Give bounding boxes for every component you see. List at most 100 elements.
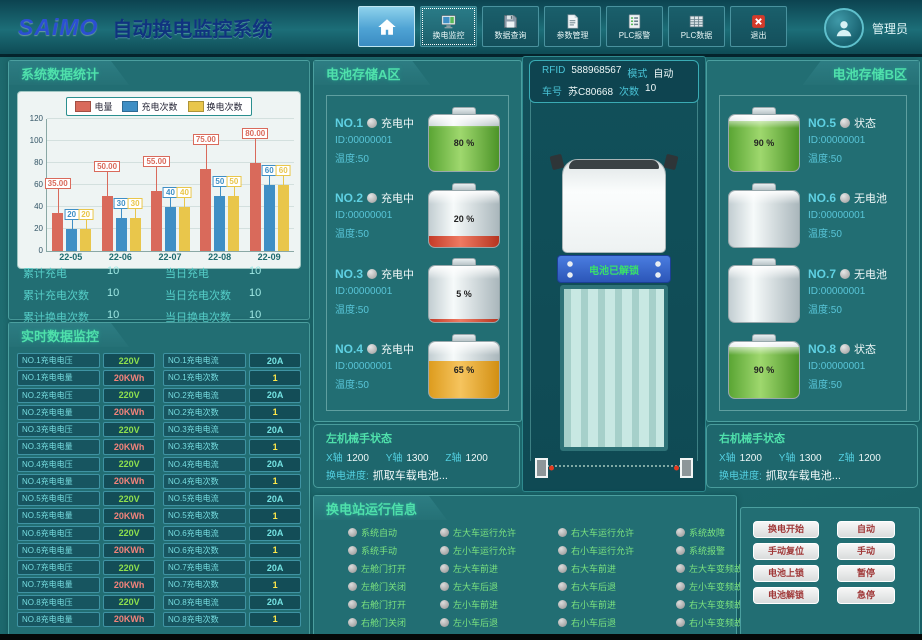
y-tick: 80 bbox=[34, 158, 43, 167]
status-indicator: 右大车运行允许 bbox=[558, 526, 676, 539]
battery-item: NO.5状态ID:00000001温度:5090 % bbox=[728, 107, 898, 172]
battery-meta: NO.3充电中ID:00000001温度:50 bbox=[335, 266, 420, 316]
battery-graphic: 20 % bbox=[428, 183, 500, 248]
bar-column: 20 bbox=[80, 119, 91, 251]
realtime-label: NO.5充电电压 bbox=[17, 491, 100, 506]
indicator-lamp bbox=[676, 618, 685, 627]
table-icon bbox=[688, 13, 705, 30]
battery-body bbox=[728, 265, 800, 323]
bar-label-connector bbox=[170, 198, 171, 207]
realtime-label: NO.4充电次数 bbox=[163, 474, 246, 489]
nav-button-exit[interactable]: 退出 bbox=[730, 6, 787, 47]
status-indicator: 右舱门关闭 bbox=[348, 616, 440, 629]
legend-label: 电量 bbox=[94, 100, 112, 113]
control-button-right-手动[interactable]: 手动 bbox=[837, 543, 895, 560]
control-button-right-自动[interactable]: 自动 bbox=[837, 521, 895, 538]
realtime-cell: NO.3充电次数1 bbox=[163, 439, 301, 454]
bar-换电次数 bbox=[130, 218, 141, 251]
realtime-value: 20A bbox=[249, 353, 301, 368]
realtime-label: NO.3充电次数 bbox=[163, 439, 246, 454]
realtime-label: NO.5充电电流 bbox=[163, 491, 246, 506]
indicator-label: 左大车运行允许 bbox=[453, 526, 516, 539]
bar-column: 30 bbox=[130, 119, 141, 251]
realtime-cell: NO.4充电电压220V bbox=[17, 457, 155, 472]
battery-status-dot bbox=[840, 193, 850, 203]
control-button-left-电池上锁[interactable]: 电池上锁 bbox=[753, 565, 819, 582]
control-button-left-电池解锁[interactable]: 电池解锁 bbox=[753, 587, 819, 604]
battery-graphic bbox=[728, 258, 800, 323]
battery-graphic: 80 % bbox=[428, 107, 500, 172]
legend-item: 电量 bbox=[75, 100, 112, 113]
battery-list-b: NO.5状态ID:00000001温度:5090 %NO.6无电池ID:0000… bbox=[719, 95, 907, 411]
battery-graphic: 90 % bbox=[728, 334, 800, 399]
realtime-cell: NO.4充电电流20A bbox=[163, 457, 301, 472]
nav-button-plc-alarm[interactable]: PLC报警 bbox=[606, 6, 663, 47]
control-button-right-急停[interactable]: 急停 bbox=[837, 587, 895, 604]
realtime-value: 20KWh bbox=[103, 439, 155, 454]
battery-status-dot bbox=[367, 269, 377, 279]
nav-button-param-mgmt[interactable]: 参数管理 bbox=[544, 6, 601, 47]
control-button-left-换电开始[interactable]: 换电开始 bbox=[753, 521, 819, 538]
bar-充电次数 bbox=[165, 207, 176, 251]
realtime-value: 20A bbox=[249, 457, 301, 472]
battery-body: 65 % bbox=[428, 341, 500, 399]
battery-id: ID:00000001 bbox=[808, 286, 898, 297]
battery-temperature: 温度:50 bbox=[335, 301, 420, 316]
nav-button-data-query[interactable]: 数据查询 bbox=[482, 6, 539, 47]
status-indicator: 左大车运行允许 bbox=[440, 526, 558, 539]
realtime-value: 1 bbox=[249, 612, 301, 627]
realtime-label: NO.6充电电压 bbox=[17, 526, 100, 541]
battery-percent: 65 % bbox=[454, 365, 475, 375]
nav-button-home[interactable] bbox=[358, 6, 415, 47]
battery-body bbox=[728, 190, 800, 248]
realtime-label: NO.3充电电量 bbox=[17, 439, 100, 454]
battery-temperature: 温度:50 bbox=[808, 376, 898, 391]
battery-status: 充电中 bbox=[381, 266, 414, 282]
nav-label: 参数管理 bbox=[557, 32, 589, 40]
truck-left-mirror bbox=[549, 154, 564, 170]
battery-meta: NO.4充电中ID:00000001温度:50 bbox=[335, 341, 420, 391]
panel-title-realtime: 实时数据监控 bbox=[9, 323, 129, 347]
battery-percent: 90 % bbox=[754, 365, 775, 375]
bar-label-connector bbox=[283, 176, 284, 185]
indicator-lamp bbox=[676, 546, 685, 555]
y-axis-label: Y轴 bbox=[779, 453, 796, 464]
indicator-lamp bbox=[676, 600, 685, 609]
bar-label-connector bbox=[255, 139, 256, 163]
indicator-lamp bbox=[440, 564, 449, 573]
x-tick: 22-05 bbox=[59, 252, 82, 262]
progress-value: 抓取车载电池... bbox=[766, 470, 841, 482]
battery-number: NO.8 bbox=[808, 342, 836, 356]
battery-status: 充电中 bbox=[381, 341, 414, 357]
realtime-cell: NO.8充电电流20A bbox=[163, 595, 301, 610]
rail-left-handle[interactable] bbox=[535, 458, 548, 478]
bar-group: 50.003030 bbox=[102, 119, 141, 251]
battery-temperature: 温度:50 bbox=[335, 150, 420, 165]
battery-item: NO.8状态ID:00000001温度:5090 % bbox=[728, 334, 898, 399]
bar-label-connector bbox=[220, 187, 221, 196]
x-axis-label: X轴 bbox=[326, 453, 343, 464]
avatar[interactable] bbox=[824, 8, 864, 48]
battery-status-dot bbox=[367, 344, 377, 354]
realtime-value: 20KWh bbox=[103, 370, 155, 385]
right-arm-title: 右机械手状态 bbox=[719, 430, 905, 446]
indicator-label: 左大车后退 bbox=[453, 580, 498, 593]
panel-title-zone-a: 电池存储A区 bbox=[314, 61, 430, 85]
realtime-label: NO.2充电电量 bbox=[17, 405, 100, 420]
truck-cab bbox=[562, 159, 666, 253]
rail-right-handle[interactable] bbox=[680, 458, 693, 478]
control-button-left-手动复位[interactable]: 手动复位 bbox=[753, 543, 819, 560]
control-button-right-暂停[interactable]: 暂停 bbox=[837, 565, 895, 582]
nav-button-swap-monitor[interactable]: 换电监控 bbox=[420, 6, 477, 47]
y-tick: 0 bbox=[39, 246, 43, 255]
realtime-cell: NO.8充电次数1 bbox=[163, 612, 301, 627]
truck-status-banner: 电池已解锁 bbox=[557, 255, 671, 283]
nav-button-plc-data[interactable]: PLC数据 bbox=[668, 6, 725, 47]
monitor-icon bbox=[440, 13, 457, 30]
left-arm-title: 左机械手状态 bbox=[326, 430, 507, 446]
realtime-value: 220V bbox=[103, 457, 155, 472]
realtime-cell: NO.7充电电流20A bbox=[163, 560, 301, 575]
realtime-value: 1 bbox=[249, 543, 301, 558]
realtime-value: 220V bbox=[103, 388, 155, 403]
chart-legend: 电量充电次数换电次数 bbox=[66, 97, 251, 116]
